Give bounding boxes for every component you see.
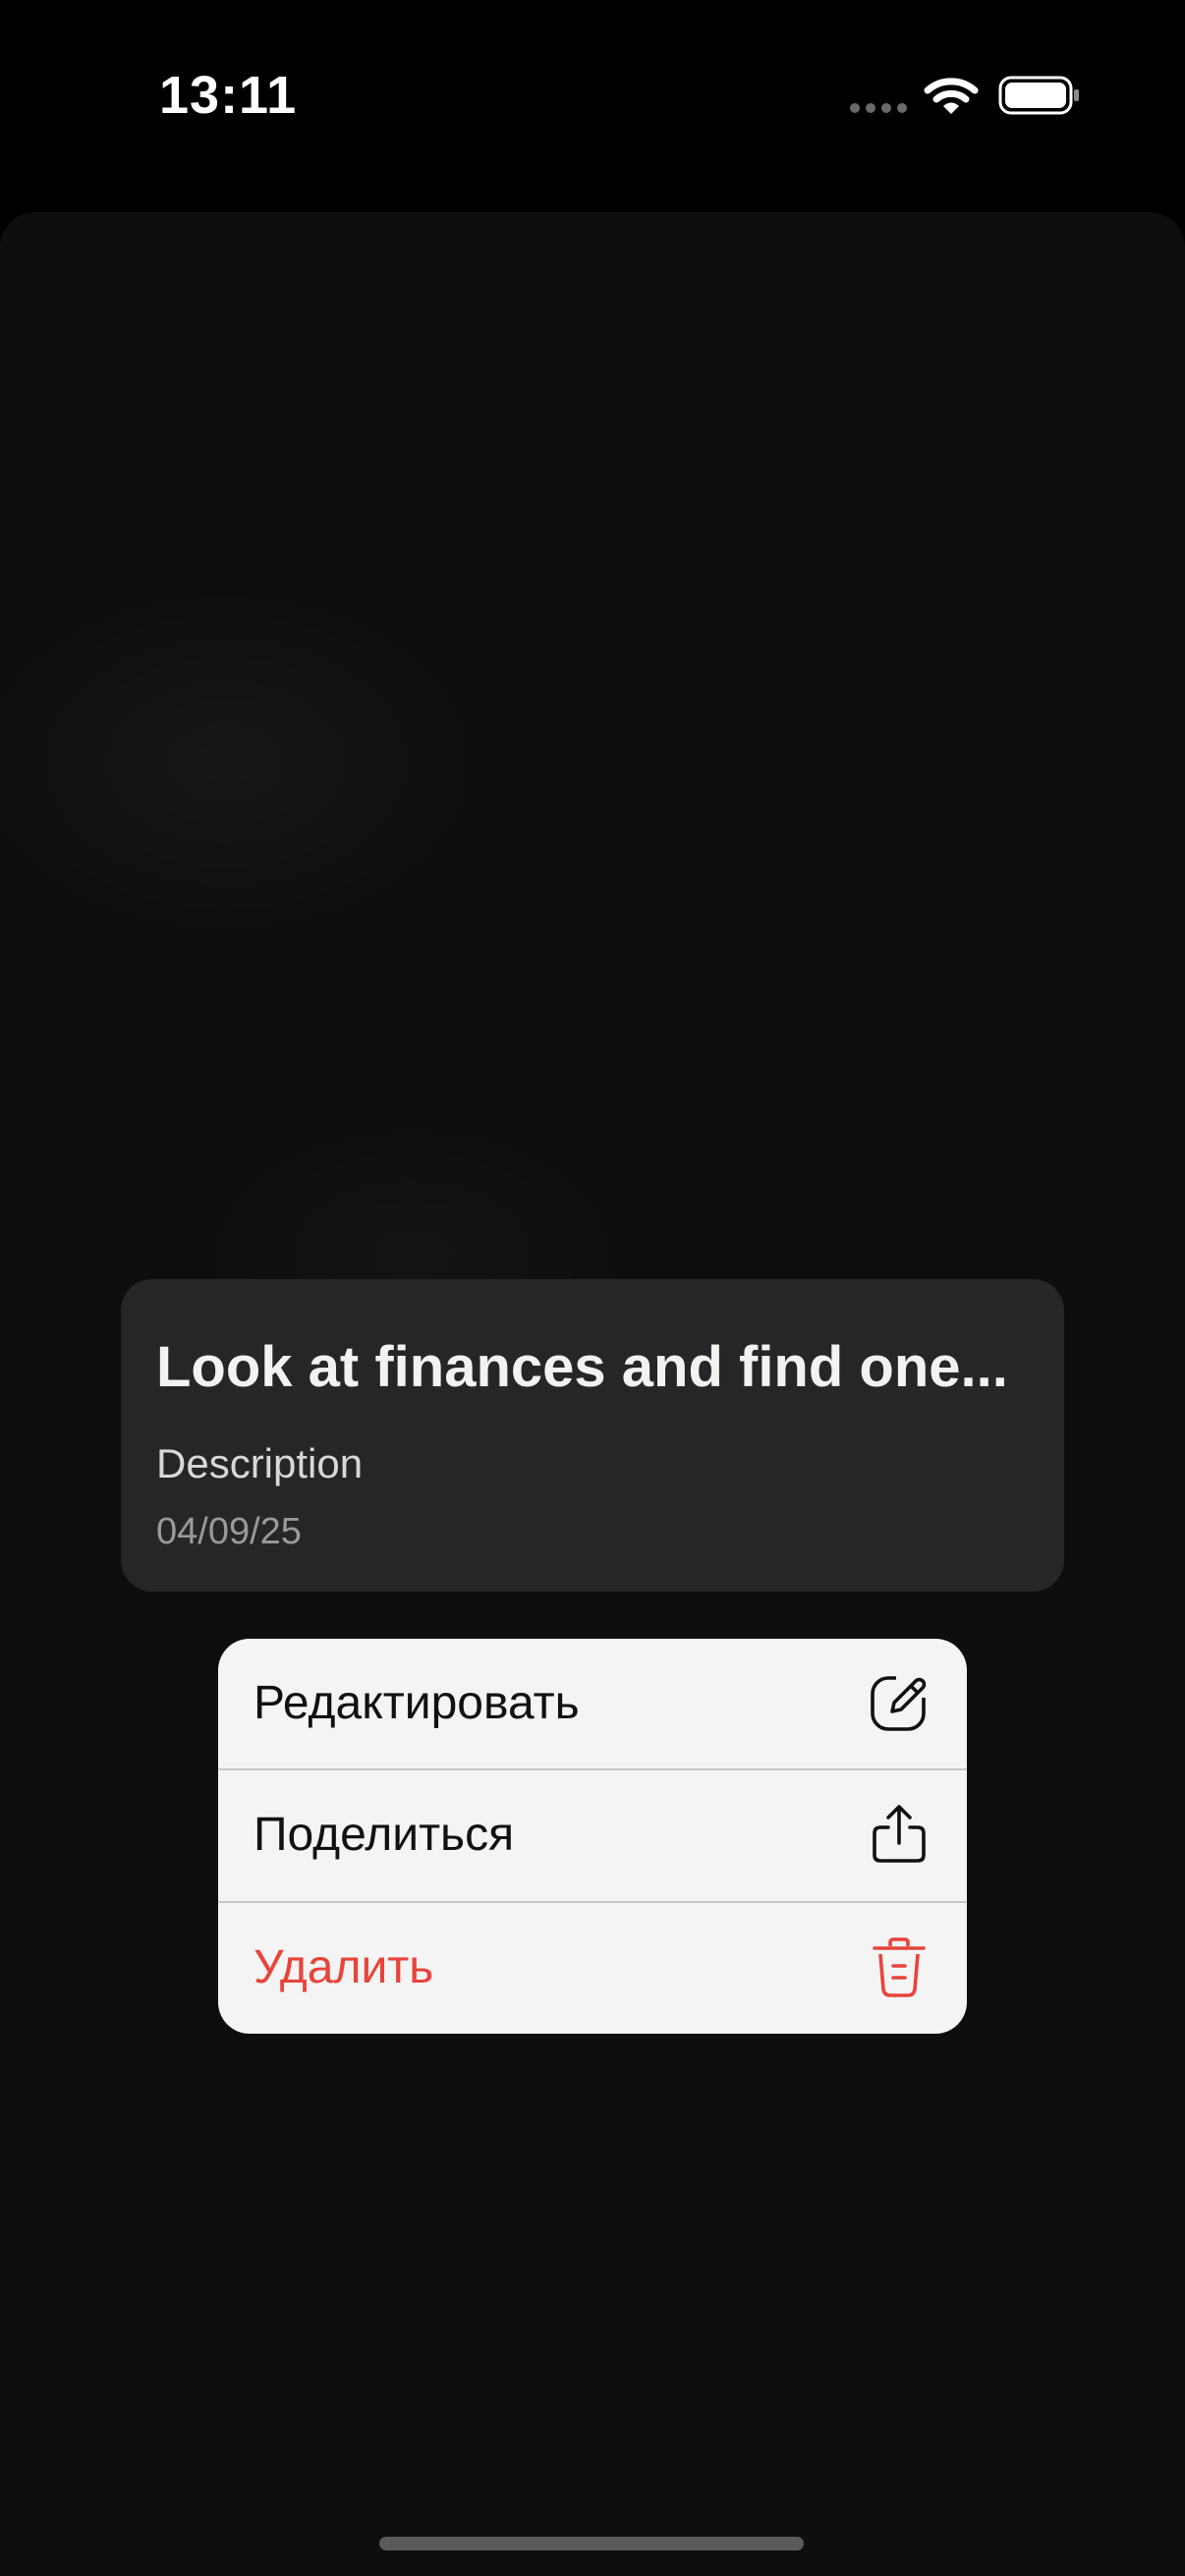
menu-item-share[interactable]: Поделиться bbox=[218, 1770, 967, 1901]
trash-icon bbox=[873, 1937, 926, 1997]
menu-item-delete[interactable]: Удалить bbox=[218, 1903, 967, 2034]
menu-item-label: Редактировать bbox=[254, 1677, 580, 1729]
note-date: 04/09/25 bbox=[156, 1511, 302, 1552]
note-title: Look at finances and find one... bbox=[156, 1335, 1008, 1399]
signal-dots-icon bbox=[850, 103, 907, 113]
menu-item-label: Поделиться bbox=[254, 1809, 515, 1861]
wifi-icon bbox=[924, 78, 979, 114]
battery-icon bbox=[998, 76, 1079, 115]
edit-icon bbox=[871, 1670, 931, 1731]
menu-item-label: Удалить bbox=[254, 1941, 434, 1993]
menu-item-edit[interactable]: Редактировать bbox=[218, 1639, 967, 1769]
context-menu: Редактировать Поделиться Удалить bbox=[218, 1639, 967, 2034]
note-description: Description bbox=[156, 1440, 364, 1486]
home-indicator[interactable] bbox=[379, 2537, 804, 2550]
note-card-preview[interactable]: Look at finances and find one... Descrip… bbox=[121, 1279, 1064, 1592]
screen: 13:11 Look at finances and find one... D… bbox=[0, 0, 1185, 2576]
share-icon bbox=[873, 1805, 926, 1863]
status-bar: 13:11 bbox=[0, 0, 1185, 196]
status-time: 13:11 bbox=[159, 66, 298, 125]
